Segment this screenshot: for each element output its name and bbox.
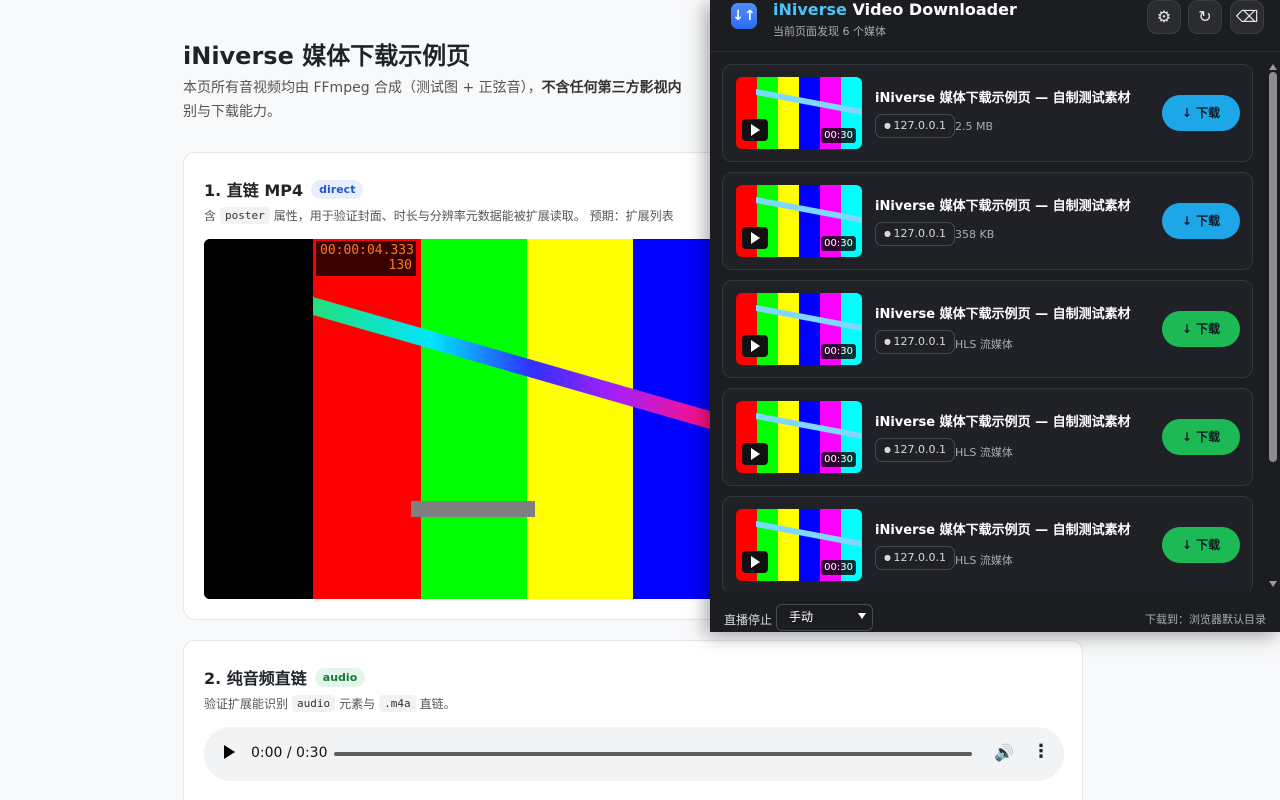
media-size: 358 KB bbox=[955, 228, 995, 241]
app-logo-icon: ↓↑ bbox=[731, 3, 757, 29]
desc-text: 属性，用于验证封面、时长与分辨率元数据能被扩展读取。 预期：扩展列表 bbox=[273, 209, 674, 223]
app-name: Video Downloader bbox=[846, 0, 1017, 19]
card-title: 2. 纯音频直链 bbox=[204, 669, 307, 688]
frame-number: 130 bbox=[388, 258, 412, 273]
desc-text: 元素与 bbox=[339, 697, 376, 711]
host-badge: 127.0.0.1 bbox=[875, 546, 956, 570]
panel-footer: 直播停止 手动 下载到：浏览器默认目录 bbox=[710, 600, 1280, 632]
volume-icon[interactable]: 🔊 bbox=[994, 743, 1014, 762]
duration: 00:30 bbox=[821, 128, 856, 143]
more-options-icon[interactable]: ⋮ bbox=[1032, 741, 1050, 762]
media-thumbnail[interactable]: 00:30 bbox=[736, 185, 862, 257]
download-button[interactable]: ↓ 下载 bbox=[1162, 527, 1240, 563]
audio-time: 0:00 / 0:30 bbox=[251, 745, 328, 761]
media-item: 00:30 iNiverse 媒体下载示例页 — 自制测试素材 127.0.0.13… bbox=[722, 172, 1253, 270]
download-button[interactable]: ↓ 下载 bbox=[1162, 95, 1240, 131]
media-thumbnail[interactable]: 00:30 bbox=[736, 401, 862, 473]
media-size: HLS 流媒体 bbox=[955, 338, 1013, 351]
scrollbar[interactable] bbox=[1266, 64, 1280, 591]
play-icon[interactable] bbox=[742, 119, 768, 141]
download-button[interactable]: ↓ 下载 bbox=[1162, 419, 1240, 455]
desc-code: .m4a bbox=[379, 695, 416, 712]
duration: 00:30 bbox=[821, 452, 856, 467]
media-item: 00:30 iNiverse 媒体下载示例页 — 自制测试素材 127.0.0.1H… bbox=[722, 280, 1253, 378]
brand-name: iNiverse bbox=[773, 0, 847, 19]
direct-badge: direct bbox=[311, 179, 364, 199]
live-stop-label: 直播停止 bbox=[724, 613, 773, 627]
gear-icon: ⚙ bbox=[1156, 7, 1172, 26]
play-icon[interactable] bbox=[742, 551, 768, 573]
host-badge: 127.0.0.1 bbox=[875, 330, 956, 354]
card-heading: 2. 纯音频直链 audio bbox=[204, 665, 366, 689]
play-icon[interactable] bbox=[742, 443, 768, 465]
desc-text: 含 bbox=[204, 209, 217, 223]
download-button[interactable]: ↓ 下载 bbox=[1162, 311, 1240, 347]
live-stop-value: 手动 bbox=[789, 610, 814, 624]
settings-button[interactable]: ⚙ bbox=[1147, 0, 1181, 34]
page-title: iNiverse 媒体下载示例页 bbox=[183, 42, 471, 70]
card-audio: 2. 纯音频直链 audio 验证扩展能识别 audio 元素与 .m4a 直链… bbox=[183, 640, 1083, 800]
media-count: 当前页面发现 6 个媒体 bbox=[773, 25, 886, 38]
media-title: iNiverse 媒体下载示例页 — 自制测试素材 bbox=[875, 523, 1131, 538]
desc-text: 直链。 bbox=[419, 697, 456, 711]
clear-icon: ⌫ bbox=[1235, 7, 1259, 26]
host-badge: 127.0.0.1 bbox=[875, 114, 956, 138]
intro-text: 本页所有音视频均由 FFmpeg 合成（测试图 + 正弦音）， bbox=[183, 80, 542, 96]
media-item: 00:30 iNiverse 媒体下载示例页 — 自制测试素材 127.0.0.1H… bbox=[722, 388, 1253, 486]
intro-tail: 别与下载能力。 bbox=[183, 104, 281, 120]
scroll-thumb[interactable] bbox=[1269, 72, 1277, 462]
media-size: HLS 流媒体 bbox=[955, 554, 1013, 567]
media-item: 00:30 iNiverse 媒体下载示例页 — 自制测试素材 127.0.0.12… bbox=[722, 64, 1253, 162]
host-badge: 127.0.0.1 bbox=[875, 222, 956, 246]
duration: 00:30 bbox=[821, 236, 856, 251]
duration: 00:30 bbox=[821, 560, 856, 575]
intro-bold: 不含任何第三方影视内 bbox=[541, 80, 682, 96]
card-title: 1. 直链 MP4 bbox=[204, 181, 304, 200]
refresh-icon: ↻ bbox=[1198, 7, 1212, 26]
panel-header: ↓↑ iNiverse Video Downloader 当前页面发现 6 个媒… bbox=[710, 0, 1280, 52]
card-heading: 1. 直链 MP4 direct bbox=[204, 177, 364, 201]
timecode-overlay: 00:00:04.333 130 bbox=[316, 241, 416, 276]
timecode: 00:00:04.333 bbox=[320, 243, 414, 258]
refresh-button[interactable]: ↻ bbox=[1188, 0, 1222, 34]
media-thumbnail[interactable]: 00:30 bbox=[736, 509, 862, 581]
clear-button[interactable]: ⌫ bbox=[1230, 0, 1264, 34]
panel-title: iNiverse Video Downloader bbox=[773, 0, 1017, 19]
media-title: iNiverse 媒体下载示例页 — 自制测试素材 bbox=[875, 91, 1131, 106]
scroll-down-icon[interactable] bbox=[1269, 581, 1277, 587]
media-size: 2.5 MB bbox=[955, 120, 994, 133]
media-thumbnail[interactable]: 00:30 bbox=[736, 77, 862, 149]
media-thumbnail[interactable]: 00:30 bbox=[736, 293, 862, 365]
desc-code: poster bbox=[220, 207, 270, 224]
duration: 00:30 bbox=[821, 344, 856, 359]
chevron-down-icon bbox=[858, 613, 866, 619]
audio-player: 0:00 / 0:30 🔊 ⋮ bbox=[204, 727, 1064, 781]
media-item: 00:30 iNiverse 媒体下载示例页 — 自制测试素材 127.0.0.1H… bbox=[722, 496, 1253, 591]
media-list: 00:30iNiverse 媒体下载示例页 — 自制测试素材127.0.0.12… bbox=[722, 64, 1254, 591]
host-badge: 127.0.0.1 bbox=[875, 438, 956, 462]
download-destination: 下载到：浏览器默认目录 bbox=[1145, 613, 1266, 626]
desc-code: audio bbox=[292, 695, 336, 712]
media-size: HLS 流媒体 bbox=[955, 446, 1013, 459]
media-title: iNiverse 媒体下载示例页 — 自制测试素材 bbox=[875, 307, 1131, 322]
card-description: 含 poster 属性，用于验证封面、时长与分辨率元数据能被扩展读取。 预期：扩… bbox=[204, 207, 674, 224]
download-button[interactable]: ↓ 下载 bbox=[1162, 203, 1240, 239]
downloader-panel: ↓↑ iNiverse Video Downloader 当前页面发现 6 个媒… bbox=[710, 0, 1280, 632]
audio-seek-bar[interactable] bbox=[334, 752, 972, 756]
play-icon[interactable] bbox=[742, 335, 768, 357]
play-icon[interactable] bbox=[742, 227, 768, 249]
live-stop-select[interactable]: 手动 bbox=[776, 604, 873, 631]
audio-badge: audio bbox=[314, 667, 366, 687]
gray-bar bbox=[411, 501, 535, 517]
card-description: 验证扩展能识别 audio 元素与 .m4a 直链。 bbox=[204, 695, 456, 712]
media-title: iNiverse 媒体下载示例页 — 自制测试素材 bbox=[875, 199, 1131, 214]
media-title: iNiverse 媒体下载示例页 — 自制测试素材 bbox=[875, 415, 1131, 430]
desc-text: 验证扩展能识别 bbox=[204, 697, 289, 711]
play-icon[interactable] bbox=[224, 745, 235, 759]
scroll-up-icon[interactable] bbox=[1269, 64, 1277, 70]
